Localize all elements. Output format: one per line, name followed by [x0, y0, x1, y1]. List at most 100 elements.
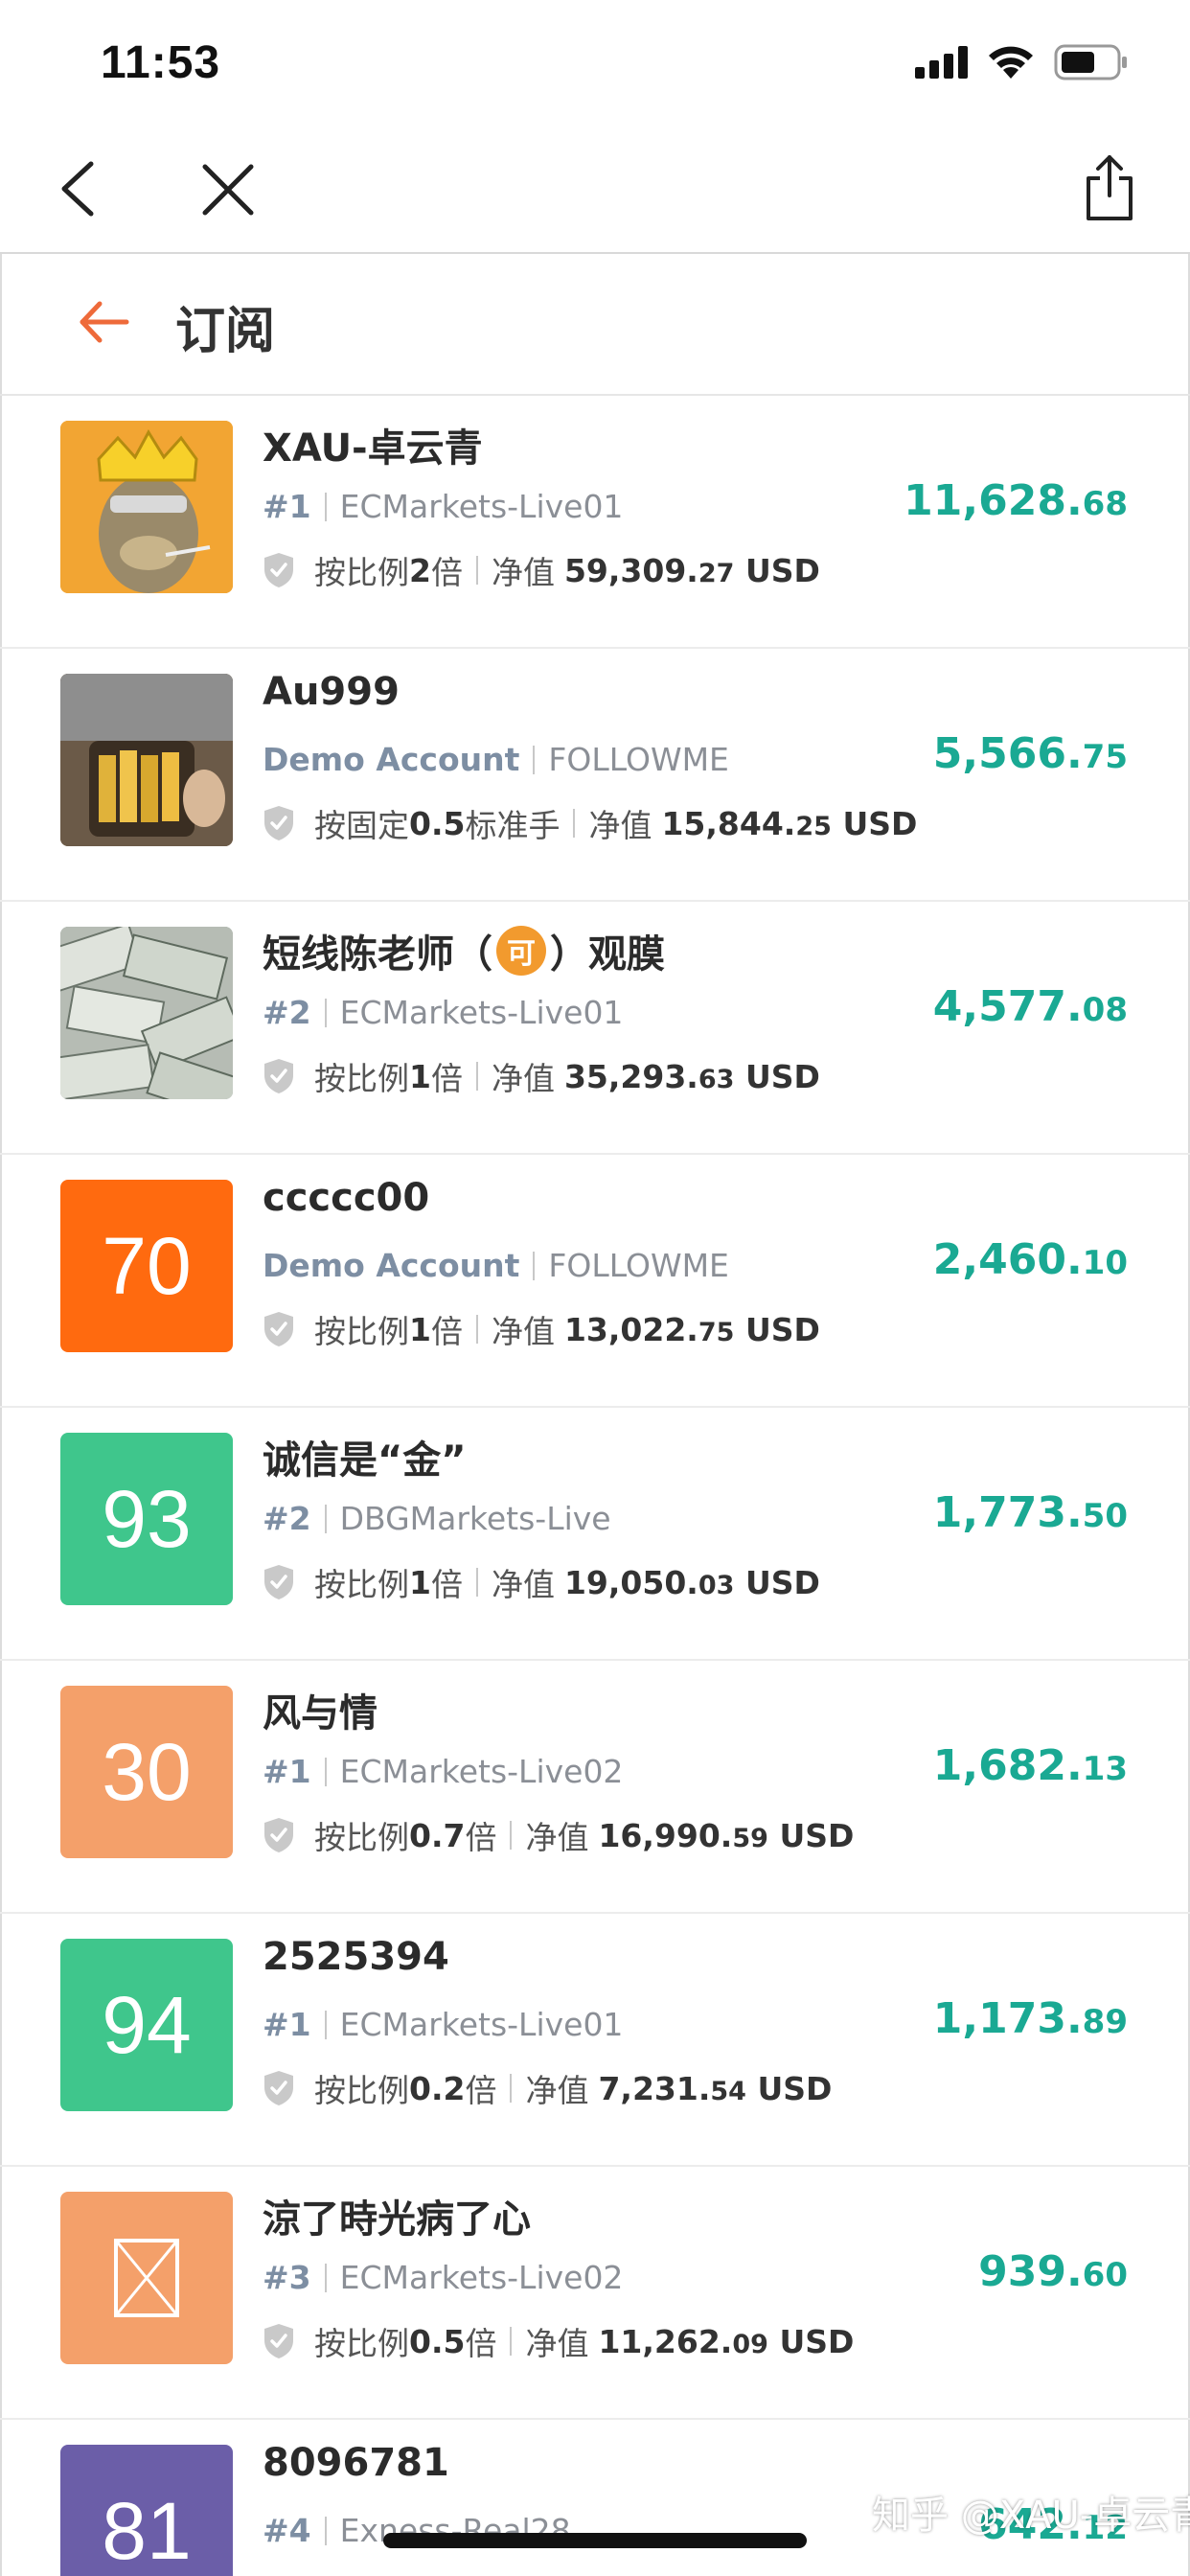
shield-check-icon [264, 2324, 293, 2358]
avatar: 94 [60, 1939, 233, 2111]
account-info: Demo Account FOLLOWME [263, 741, 729, 778]
net-value-unit: USD [779, 2322, 855, 2360]
account-info: #1 ECMarkets-Live01 [263, 2006, 623, 2043]
arrow-left-icon[interactable] [77, 298, 130, 346]
rule-prefix: 按比例 [314, 1313, 409, 1350]
net-value-main: 19,050. [563, 1563, 698, 1601]
divider [324, 2516, 327, 2545]
profit-amount: 939.60 [978, 2247, 1128, 2296]
trader-name: 短线陈老师（可）观膜 [263, 923, 665, 978]
net-value-decimal: 27 [698, 558, 735, 588]
rank-label: #2 [263, 1500, 311, 1537]
follow-info: 按比例 1 倍 净值 19,050.03 USD [263, 1559, 820, 1605]
subscription-list: XAU-卓云青 #1 ECMarkets-Live01 按比例 2 倍 净值 5… [0, 396, 1190, 2576]
net-value-decimal: 25 [795, 811, 832, 841]
subscription-item[interactable]: XAU-卓云青 #1 ECMarkets-Live01 按比例 2 倍 净值 5… [0, 396, 1190, 649]
ape-avatar-image [60, 421, 233, 593]
follow-info: 按比例 0.2 倍 净值 7,231.54 USD [263, 2065, 832, 2111]
profit-amount: 1,682.13 [933, 1741, 1128, 1790]
net-value: 7,231.54 USD [598, 2070, 832, 2107]
subscription-item[interactable]: 短线陈老师（可）观膜 #2 ECMarkets-Live01 按比例 1 倍 净… [0, 902, 1190, 1155]
net-value-label: 净值 [525, 1819, 589, 1856]
divider [475, 556, 478, 585]
avatar [60, 927, 233, 1099]
rank-label: #2 [263, 994, 311, 1031]
server-name: DBGMarkets-Live [339, 1500, 611, 1537]
home-indicator[interactable] [383, 2533, 807, 2548]
subscription-item[interactable]: 涼了時光病了心 #3 ECMarkets-Live02 按比例 0.5 倍 净值… [0, 2167, 1190, 2420]
shield-check-icon [264, 806, 293, 840]
profit-decimal: 13 [1082, 1750, 1128, 1788]
subscription-item[interactable]: 93 诚信是“金” #2 DBGMarkets-Live 按比例 1 倍 净值 … [0, 1408, 1190, 1661]
close-icon[interactable] [199, 161, 257, 218]
back-icon[interactable] [53, 158, 106, 219]
share-icon[interactable] [1081, 153, 1138, 222]
profit-main: 1,682. [932, 1741, 1083, 1790]
divider [533, 745, 536, 774]
rule-value: 0.5 [409, 2322, 466, 2360]
profit-main: 4,577. [932, 982, 1083, 1031]
avatar [60, 674, 233, 846]
net-value-label: 净值 [491, 554, 555, 591]
divider [324, 998, 327, 1027]
net-value-unit: USD [842, 804, 918, 842]
net-value: 15,844.25 USD [661, 805, 917, 842]
rule-value: 1 [409, 1563, 431, 1601]
profit-decimal: 60 [1082, 2256, 1128, 2294]
net-value-decimal: 59 [732, 1823, 768, 1853]
divider [475, 1315, 478, 1344]
subscription-item[interactable]: 30 风与情 #1 ECMarkets-Live02 按比例 0.7 倍 净值 … [0, 1661, 1190, 1914]
net-value-main: 16,990. [598, 1816, 733, 1854]
status-time: 11:53 [101, 37, 221, 88]
profit-amount: 5,566.75 [933, 729, 1128, 778]
profit-amount: 1,773.50 [933, 1488, 1128, 1537]
net-value-unit: USD [779, 1816, 855, 1854]
rule-prefix: 按比例 [314, 1819, 409, 1856]
net-value-label: 净值 [525, 2325, 589, 2362]
profit-main: 939. [978, 2247, 1083, 2296]
profit-amount: 4,577.08 [933, 982, 1128, 1031]
follow-info: 按比例 1 倍 净值 13,022.75 USD [263, 1306, 820, 1352]
trader-name: 风与情 [263, 1691, 378, 1736]
follow-info: 按比例 0.5 倍 净值 11,262.09 USD [263, 2318, 854, 2364]
net-value-decimal: 03 [698, 1570, 735, 1600]
trader-name: 诚信是“金” [263, 1438, 467, 1483]
battery-icon [1054, 44, 1127, 80]
server-name: ECMarkets-Live01 [339, 994, 624, 1031]
net-value-unit: USD [744, 1310, 820, 1348]
server-name: ECMarkets-Live02 [339, 1753, 624, 1790]
divider [475, 1062, 478, 1091]
trader-name: 涼了時光病了心 [263, 2197, 531, 2242]
profit-decimal: 08 [1082, 991, 1128, 1029]
net-value-label: 净值 [588, 807, 652, 844]
follow-info: 按固定 0.5 标准手 净值 15,844.25 USD [263, 800, 917, 846]
trader-name-suffix: ）观膜 [550, 932, 665, 977]
net-value: 59,309.27 USD [564, 552, 820, 589]
shield-check-icon [264, 1059, 293, 1093]
account-info: #1 ECMarkets-Live02 [263, 1753, 623, 1790]
subscription-item[interactable]: 94 2525394 #1 ECMarkets-Live01 按比例 0.2 倍… [0, 1914, 1190, 2167]
profit-amount: 2,460.10 [933, 1235, 1128, 1284]
avatar [60, 421, 233, 593]
divider [510, 1821, 513, 1850]
divider [324, 2010, 327, 2039]
avatar-number: 93 [102, 1473, 192, 1564]
follow-info: 按比例 0.7 倍 净值 16,990.59 USD [263, 1812, 854, 1858]
profit-decimal: 10 [1082, 1244, 1128, 1282]
account-info: #3 ECMarkets-Live02 [263, 2259, 623, 2296]
rule-prefix: 按比例 [314, 1060, 409, 1097]
net-value-main: 59,309. [563, 551, 698, 589]
subscription-item[interactable]: 70 ccccc00 Demo Account FOLLOWME 按比例 1 倍… [0, 1155, 1190, 1408]
net-value: 19,050.03 USD [564, 1564, 820, 1601]
rule-suffix: 倍 [465, 2325, 497, 2362]
net-value-main: 15,844. [661, 804, 796, 842]
subscription-item[interactable]: Au999 Demo Account FOLLOWME 按固定 0.5 标准手 … [0, 649, 1190, 902]
avatar: 93 [60, 1433, 233, 1605]
account-info: #2 ECMarkets-Live01 [263, 994, 623, 1031]
net-value-main: 35,293. [563, 1057, 698, 1095]
rank-label: #4 [263, 2512, 311, 2549]
net-value-decimal: 63 [698, 1064, 735, 1094]
rule-value: 0.2 [409, 2069, 466, 2107]
divider [573, 809, 576, 838]
net-value-main: 11,262. [598, 2322, 733, 2360]
